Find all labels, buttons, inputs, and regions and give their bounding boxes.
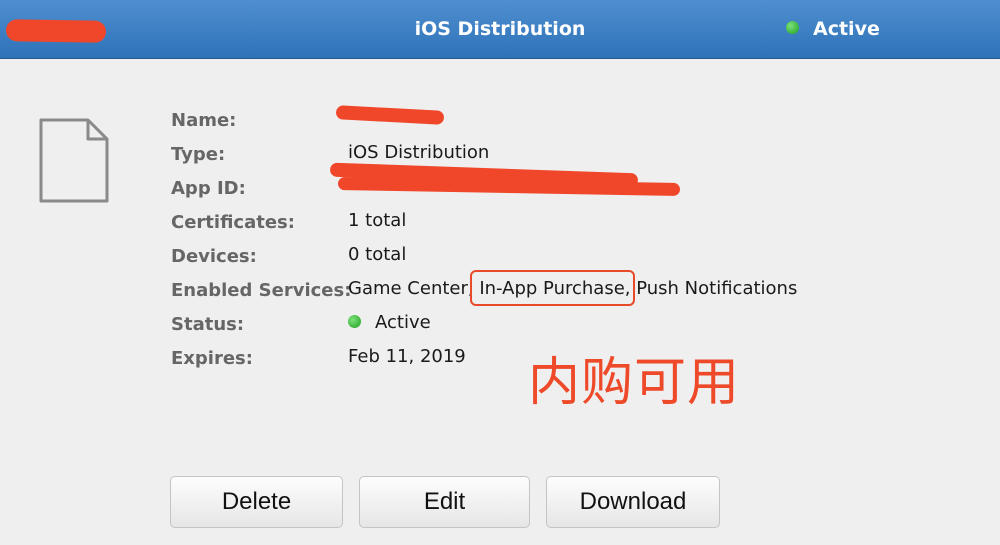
expires-value: Feb 11, 2019	[348, 346, 466, 367]
devices-label: Devices:	[171, 246, 257, 267]
type-label: Type:	[171, 144, 226, 165]
document-icon	[38, 118, 110, 208]
devices-value: 0 total	[348, 244, 407, 265]
certificates-label: Certificates:	[171, 212, 295, 233]
type-value: iOS Distribution	[348, 142, 490, 163]
certificates-value: 1 total	[348, 210, 407, 231]
edit-button[interactable]: Edit	[359, 476, 530, 528]
expires-label: Expires:	[171, 348, 253, 369]
annotation-text: 内购可用	[528, 353, 741, 413]
delete-button[interactable]: Delete	[170, 476, 343, 528]
enabled-services-label: Enabled Services:	[171, 280, 352, 301]
status-value: Active	[375, 312, 431, 333]
app-id-label: App ID:	[171, 178, 246, 199]
header-status: Active	[786, 18, 880, 40]
header-bar: iOS Distribution Active	[0, 0, 1000, 59]
highlight-box	[470, 270, 635, 306]
name-label: Name:	[171, 110, 237, 131]
status-dot-icon	[348, 314, 361, 328]
status-dot-icon	[786, 21, 799, 34]
status-label: Status:	[171, 314, 245, 335]
download-button[interactable]: Download	[546, 476, 720, 528]
status-value-wrap: Active	[348, 312, 431, 333]
header-status-label: Active	[813, 18, 880, 40]
redaction-mark	[335, 105, 445, 125]
